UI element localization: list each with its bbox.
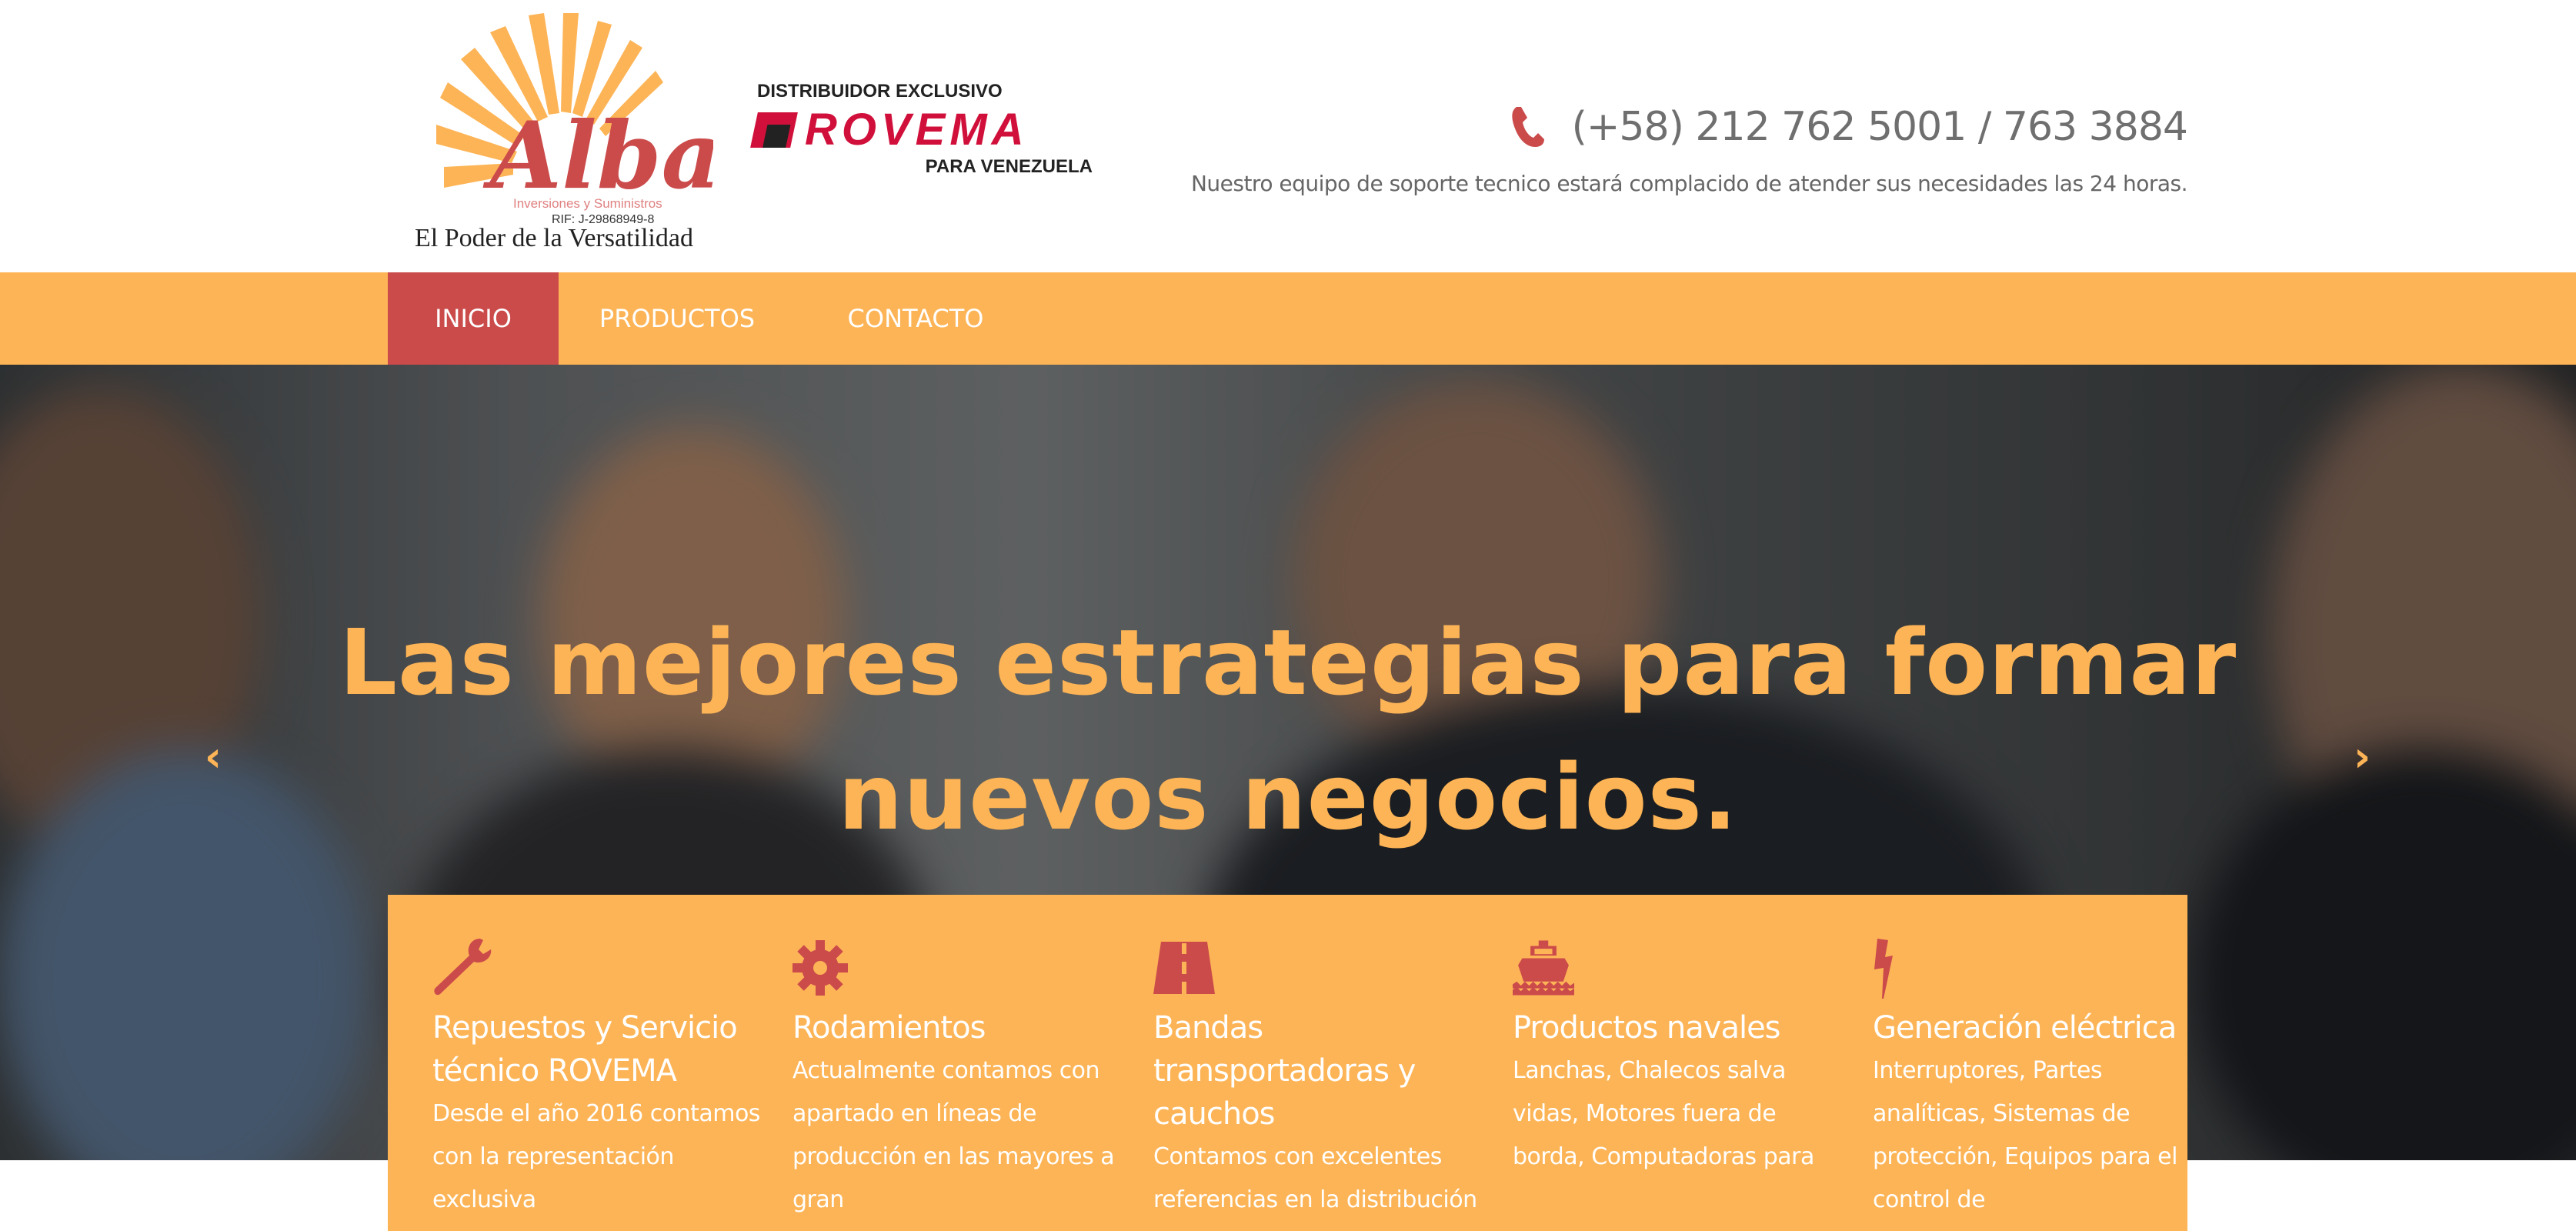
- gear-icon: [792, 940, 848, 996]
- main-nav: INICIO PRODUCTOS CONTACTO: [0, 272, 2576, 365]
- wrench-icon: [434, 939, 492, 996]
- hero-line-1: Las mejores estrategias para formar: [339, 609, 2237, 716]
- feature-repuestos[interactable]: Repuestos y Servicio técnico ROVEMA Desd…: [432, 937, 771, 1222]
- nav-inicio[interactable]: INICIO: [388, 272, 559, 365]
- phone-number[interactable]: (+58) 212 762 5001 / 763 3884: [1572, 104, 2188, 150]
- feature-title: Generación eléctrica: [1873, 1010, 2177, 1046]
- hero-line-2: nuevos negocios.: [838, 744, 1738, 850]
- carousel-next-arrow-icon[interactable]: ›: [2347, 736, 2377, 778]
- hero-headline: Las mejores estrategias para formar nuev…: [0, 595, 2576, 865]
- logo-alba-text: Alba: [482, 102, 713, 210]
- nav-contacto[interactable]: CONTACTO: [831, 272, 1000, 365]
- feature-title: Repuestos y Servicio técnico ROVEMA: [432, 1010, 738, 1089]
- feature-rodamientos[interactable]: Rodamientos Actualmente contamos con apa…: [792, 937, 1131, 1222]
- feature-body: Contamos con excelentes referencias en l…: [1153, 1143, 1477, 1231]
- feature-navales[interactable]: Productos navales Lanchas, Chalecos salv…: [1513, 937, 1851, 1179]
- support-text: Nuestro equipo de soporte tecnico estará…: [1190, 171, 2188, 196]
- features-panel: Repuestos y Servicio técnico ROVEMA Desd…: [388, 895, 2187, 1231]
- nav-productos[interactable]: PRODUCTOS: [585, 272, 769, 365]
- road-icon: [1153, 942, 1215, 994]
- site-header: Alba Inversiones y Suministros RIF: J-29…: [0, 0, 2576, 272]
- logo-tagline: El Poder de la Versatilidad: [415, 224, 693, 252]
- partner-top-text: DISTRIBUIDOR EXCLUSIVO: [757, 81, 1003, 102]
- bolt-icon: [1874, 939, 1893, 999]
- partner-brand: ROVEMA: [805, 105, 1029, 155]
- feature-title: Rodamientos: [792, 1010, 986, 1046]
- carousel-prev-arrow-icon[interactable]: ‹: [198, 736, 229, 778]
- ship-icon: [1513, 940, 1574, 996]
- logo-subtitle: Inversiones y Suministros: [513, 196, 662, 211]
- rovema-mark-icon: [750, 112, 798, 148]
- rovema-partner-logo: DISTRIBUIDOR EXCLUSIVO ROVEMA PARA VENEZ…: [750, 81, 1093, 181]
- feature-body: Desde el año 2016 contamos con la repres…: [432, 1100, 760, 1213]
- alba-logo[interactable]: Alba Inversiones y Suministros RIF: J-29…: [413, 9, 713, 255]
- feature-title: Bandas transportadoras y cauchos: [1153, 1010, 1416, 1132]
- phone-contact: (+58) 212 762 5001 / 763 3884: [1510, 104, 2188, 150]
- feature-body: Actualmente contamos con apartado en lín…: [792, 1057, 1115, 1213]
- feature-bandas[interactable]: Bandas transportadoras y cauchos Contamo…: [1153, 937, 1492, 1231]
- feature-generacion[interactable]: Generación eléctrica Interruptores, Part…: [1873, 937, 2187, 1222]
- feature-title: Productos navales: [1513, 1010, 1781, 1046]
- phone-icon: [1511, 107, 1544, 147]
- partner-bottom-text: PARA VENEZUELA: [925, 156, 1093, 177]
- feature-body: Lanchas, Chalecos salva vidas, Motores f…: [1513, 1057, 1814, 1170]
- feature-body: Interruptores, Partes analíticas, Sistem…: [1873, 1057, 2177, 1213]
